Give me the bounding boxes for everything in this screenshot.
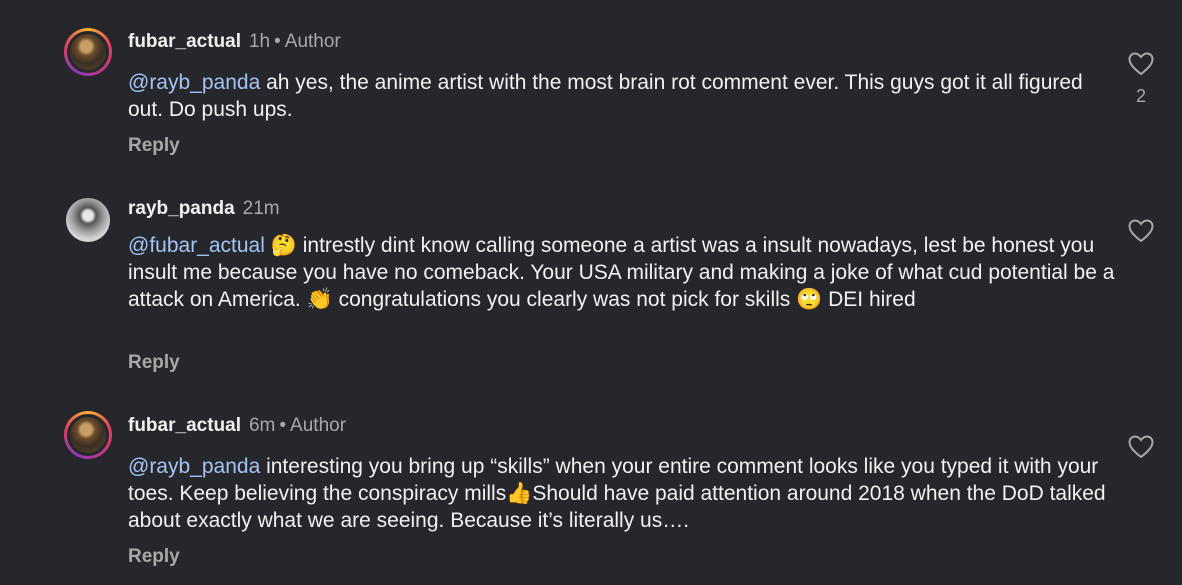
like-count: 2 (1135, 86, 1146, 106)
comment-header: fubar_actual 6m • Author (128, 414, 346, 438)
mention-link[interactable]: @rayb_panda (128, 455, 260, 478)
avatar[interactable] (66, 198, 110, 242)
mention-link[interactable]: @rayb_panda (128, 71, 260, 94)
heart-outline-icon (1128, 435, 1154, 459)
comment-header: fubar_actual 1h • Author (128, 30, 341, 54)
comment-header: rayb_panda 21m (128, 197, 280, 221)
like-button[interactable] (1126, 435, 1156, 459)
separator-dot: • (274, 31, 281, 52)
reply-button[interactable]: Reply (128, 545, 180, 569)
avatar[interactable] (64, 411, 112, 459)
comment-text-part: DEI hired (822, 288, 916, 311)
comment-text: @rayb_panda interesting you bring up “sk… (128, 453, 1118, 534)
author-badge: Author (290, 415, 347, 436)
avatar-image (67, 31, 109, 73)
comment-text: @fubar_actual 🤔 intrestly dint know call… (128, 232, 1118, 313)
eye-roll-emoji: 🙄 (796, 287, 823, 311)
comment-text-part: ah yes, the anime artist with the most b… (128, 71, 1083, 121)
reply-button[interactable]: Reply (128, 351, 180, 375)
thinking-face-emoji: 🤔 (270, 233, 297, 257)
username[interactable]: fubar_actual (128, 415, 241, 436)
separator-dot: • (279, 415, 287, 436)
username[interactable]: fubar_actual (128, 31, 241, 52)
heart-outline-icon (1128, 52, 1154, 76)
timestamp: 1h (248, 31, 271, 52)
thumbs-up-emoji: 👍 (506, 481, 533, 505)
timestamp: 6m (248, 415, 276, 436)
reply-button[interactable]: Reply (128, 134, 180, 158)
comment-text-part: congratulations you clearly was not pick… (332, 288, 797, 311)
like-button[interactable] (1126, 219, 1156, 243)
mention-link[interactable]: @fubar_actual (128, 234, 265, 257)
avatar-image (67, 414, 109, 456)
clapping-hands-emoji: 👏 (306, 287, 333, 311)
author-badge: Author (284, 31, 341, 52)
like-button[interactable]: 2 (1126, 52, 1156, 107)
username[interactable]: rayb_panda (128, 198, 235, 219)
heart-outline-icon (1128, 219, 1154, 243)
timestamp: 21m (242, 198, 280, 219)
avatar[interactable] (64, 28, 112, 76)
comment-text: @rayb_panda ah yes, the anime artist wit… (128, 69, 1118, 123)
